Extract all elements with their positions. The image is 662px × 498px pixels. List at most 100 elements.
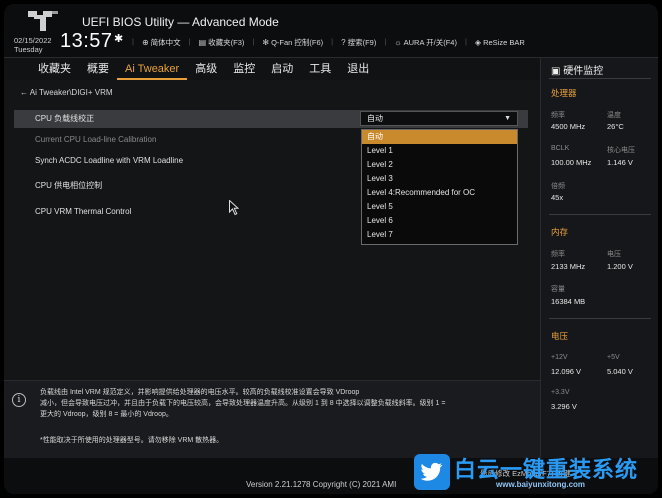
help-icon: ?: [341, 38, 346, 47]
llc-dropdown: 自动 Level 1 Level 2 Level 3 Level 4:Recom…: [361, 129, 518, 245]
ratio-value: 45x: [551, 193, 564, 202]
monitor-title-text: 硬件监控: [563, 66, 604, 77]
option-level-4[interactable]: Level 4:Recommended for OC: [362, 186, 517, 200]
watermark: 白云一键重装系统 www.baiyunxitong.com: [410, 452, 658, 494]
monitor-title: ▣ 硬件监控: [551, 62, 603, 77]
option-level-5[interactable]: Level 5: [362, 200, 517, 214]
mem-freq-label: 频率: [551, 251, 565, 258]
divider: |: [252, 37, 255, 46]
day-text: Tuesday: [14, 45, 43, 54]
mem-capacity-value: 16384 MB: [551, 297, 586, 306]
v12-label: +12V: [551, 354, 568, 361]
bclk-label: BCLK: [551, 145, 570, 152]
toolbar: | ⊕ 简体中文 | ▤ 收藏夹(F3) | ✻ Q-Fan 控制(F6) | …: [132, 37, 525, 48]
mem-freq-value: 2133 MHz: [551, 262, 586, 271]
favorites-label: 收藏夹(F3): [208, 38, 245, 47]
cpu-temp-value: 26°C: [607, 122, 624, 131]
cpu-freq-value: 4500 MHz: [551, 122, 586, 131]
twitter-bird-icon: [414, 454, 450, 490]
help-line: 负载线由 Intel VRM 规范定义，并影响提供给处理器的电压水平。较高的负载…: [40, 389, 360, 396]
tab-boot[interactable]: 启动: [263, 58, 301, 80]
option-level-6[interactable]: Level 6: [362, 214, 517, 228]
date-text: 02/15/2022: [14, 36, 52, 45]
aura-icon: ☼: [394, 38, 402, 47]
option-auto[interactable]: 自动: [362, 130, 517, 144]
divider: |: [331, 37, 334, 46]
voltage-section-title: 电压: [551, 331, 569, 341]
date-display: 02/15/2022 Tuesday: [14, 36, 52, 54]
mem-volt-value: 1.200 V: [607, 262, 633, 271]
hardware-monitor: ▣ 硬件监控 处理器 频率 温度 4500 MHz 26°C BCLK 核心电压…: [540, 58, 658, 458]
globe-icon: ⊕: [141, 38, 149, 47]
llc-select[interactable]: 自动 ▼: [360, 111, 518, 126]
cpu-section-title: 处理器: [551, 88, 577, 98]
language-button[interactable]: ⊕ 简体中文: [142, 37, 181, 48]
divider: |: [132, 37, 134, 46]
watermark-url: www.baiyunxitong.com: [496, 480, 586, 489]
header: UEFI BIOS Utility — Advanced Mode 02/15/…: [4, 4, 658, 58]
version-text: Version 2.21.1278 Copyright (C) 2021 AMI: [246, 480, 397, 489]
search-button[interactable]: ? 搜索(F9): [341, 37, 376, 48]
tab-exit[interactable]: 退出: [339, 58, 377, 80]
mouse-cursor-icon: [229, 200, 239, 216]
tab-monitor[interactable]: 监控: [225, 58, 263, 80]
cpu-temp-label: 温度: [607, 112, 621, 119]
tab-advanced[interactable]: 高级: [187, 58, 225, 80]
aura-button[interactable]: ☼ AURA 开/关(F4): [394, 37, 457, 48]
vcore-value: 1.146 V: [607, 158, 633, 167]
aura-label: AURA 开/关(F4): [403, 38, 457, 47]
tab-favorites[interactable]: 收藏夹: [30, 58, 79, 80]
qfan-button[interactable]: ✻ Q-Fan 控制(F6): [262, 37, 323, 48]
breadcrumb[interactable]: ← Ai Tweaker\DIGI+ VRM: [20, 88, 113, 97]
main-nav: 收藏夹 概要 Ai Tweaker 高级 监控 启动 工具 退出: [4, 58, 540, 80]
option-level-7[interactable]: Level 7: [362, 228, 517, 242]
mem-volt-label: 电压: [607, 251, 621, 258]
clock[interactable]: 13:57: [60, 30, 113, 53]
llc-select-value: 自动: [367, 114, 383, 123]
v33-value: 3.296 V: [551, 402, 577, 411]
v5-value: 5.040 V: [607, 367, 633, 376]
favorites-button[interactable]: ▤ 收藏夹(F3): [199, 37, 245, 48]
option-level-2[interactable]: Level 2: [362, 158, 517, 172]
breadcrumb-text: Ai Tweaker\DIGI+ VRM: [29, 88, 113, 97]
divider: [549, 78, 651, 79]
resize-bar-label: ReSize BAR: [483, 38, 525, 47]
tab-tool[interactable]: 工具: [301, 58, 339, 80]
resize-bar-button[interactable]: ◈ ReSize BAR: [475, 37, 525, 48]
divider: |: [464, 37, 467, 46]
vcore-label: 核心电压: [607, 147, 635, 154]
tab-main[interactable]: 概要: [79, 58, 117, 80]
chevron-down-icon: ▼: [504, 115, 511, 122]
divider: |: [384, 37, 387, 46]
qfan-label: Q-Fan 控制(F6): [271, 38, 324, 47]
language-label: 简体中文: [150, 38, 181, 47]
search-label: 搜索(F9): [347, 38, 377, 47]
divider: [549, 214, 651, 215]
bclk-value: 100.00 MHz: [551, 158, 592, 167]
help-description: 负载线由 Intel VRM 规范定义，并影响提供给处理器的电压水平。较高的负载…: [40, 387, 528, 420]
tab-ai-tweaker[interactable]: Ai Tweaker: [117, 58, 188, 80]
resize-icon: ◈: [474, 38, 482, 47]
memory-section-title: 内存: [551, 227, 569, 237]
gear-icon[interactable]: ✱: [114, 32, 123, 45]
option-level-1[interactable]: Level 1: [362, 144, 517, 158]
bios-window: UEFI BIOS Utility — Advanced Mode 02/15/…: [4, 4, 658, 494]
v12-value: 12.096 V: [551, 367, 582, 376]
mem-capacity-label: 容量: [551, 286, 565, 293]
help-panel: i 负载线由 Intel VRM 规范定义，并影响提供给处理器的电压水平。较高的…: [4, 380, 540, 458]
divider: [549, 318, 651, 319]
fan-icon: ✻: [262, 38, 270, 47]
help-line: 更大的 Vdroop，级别 8 = 最小的 Vdroop。: [40, 411, 173, 418]
monitor-icon: ▣: [551, 66, 561, 77]
v5-label: +5V: [607, 354, 620, 361]
help-note: *性能取决于所使用的处理器型号。请勿移除 VRM 散热器。: [40, 437, 224, 444]
bookmark-icon: ▤: [198, 38, 207, 47]
help-line: 减小，但会导致电压过冲，并且由于负载下的电压较高，会导致处理器温度升高。从级别 …: [40, 400, 446, 407]
option-level-3[interactable]: Level 3: [362, 172, 517, 186]
app-title: UEFI BIOS Utility — Advanced Mode: [82, 15, 279, 29]
divider: |: [188, 37, 191, 46]
v33-label: +3.3V: [551, 389, 570, 396]
back-arrow-icon[interactable]: ←: [20, 88, 28, 97]
info-icon: i: [12, 393, 26, 407]
tuf-logo: [28, 11, 58, 31]
